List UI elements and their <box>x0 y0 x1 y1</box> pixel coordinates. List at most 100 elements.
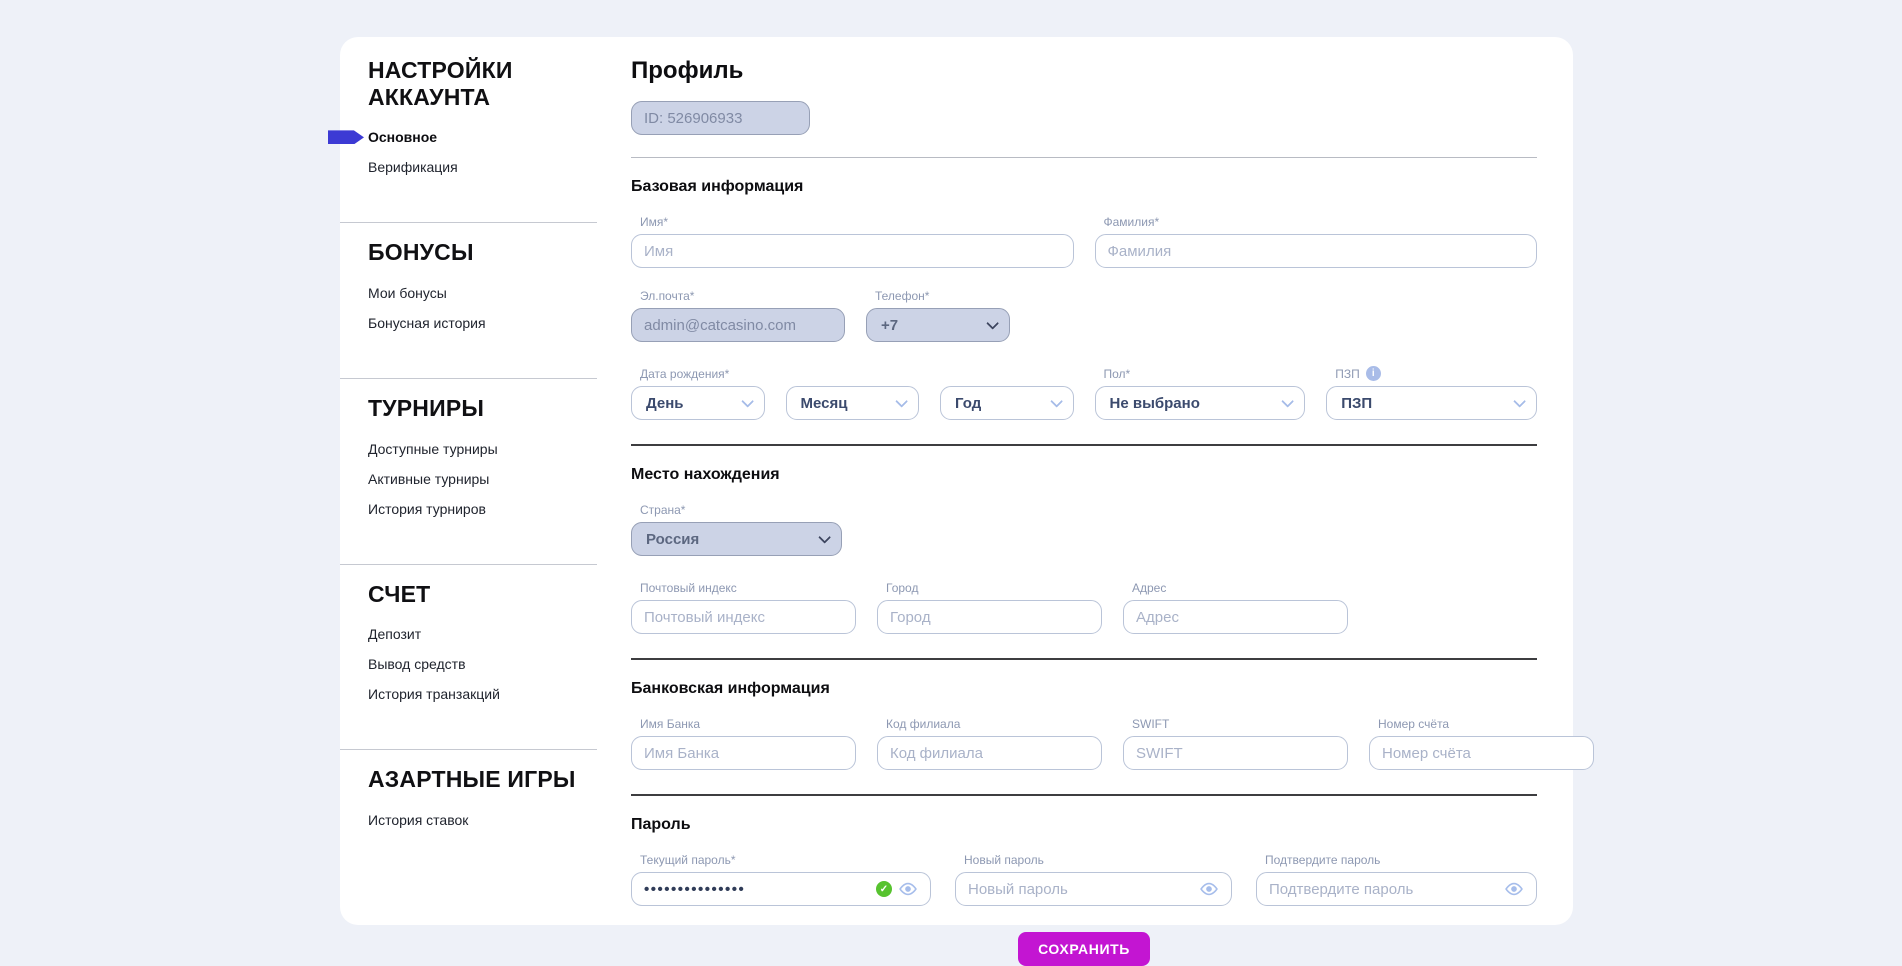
bank-name-input[interactable] <box>644 745 843 762</box>
first-name-input[interactable] <box>644 243 1061 260</box>
location-heading: Место нахождения <box>631 466 1537 484</box>
eye-icon[interactable] <box>1504 882 1524 896</box>
pzp-select[interactable]: ПЗП <box>1326 386 1537 420</box>
birth-year-value: Год <box>955 395 981 412</box>
address-input-wrap <box>1123 600 1348 634</box>
sidebar-item-deposit[interactable]: Депозит <box>340 619 597 649</box>
sidebar-item-label: Мои бонусы <box>368 285 447 301</box>
sidebar-item-my-bonuses[interactable]: Мои бонусы <box>340 278 597 308</box>
confirm-password-input[interactable] <box>1269 881 1498 898</box>
sidebar-item-active-tournaments[interactable]: Активные турниры <box>340 464 597 494</box>
branch-code-input[interactable] <box>890 745 1089 762</box>
sidebar-item-label: Доступные турниры <box>368 441 498 457</box>
zip-input[interactable] <box>644 609 843 626</box>
birth-month-select[interactable]: Месяц <box>786 386 920 420</box>
address-input[interactable] <box>1136 609 1335 626</box>
phone-code-select[interactable]: +7 <box>866 308 1010 342</box>
sidebar-group-title: НАСТРОЙКИ АККАУНТА <box>340 57 597 122</box>
sidebar-item-withdrawal[interactable]: Вывод средств <box>340 649 597 679</box>
sidebar-item-bonus-history[interactable]: Бонусная история <box>340 308 597 338</box>
current-password-input[interactable] <box>644 881 870 898</box>
chevron-down-icon <box>741 395 754 408</box>
sidebar-item-tournament-history[interactable]: История турниров <box>340 494 597 524</box>
sidebar-group-bonuses: БОНУСЫ Мои бонусы Бонусная история <box>340 223 597 358</box>
profile-id-value <box>644 110 797 127</box>
pzp-value: ПЗП <box>1341 395 1372 412</box>
pzp-label-text: ПЗП <box>1335 367 1360 381</box>
sidebar-group-title: БОНУСЫ <box>340 223 597 278</box>
zip-field-group: Почтовый индекс <box>631 580 856 634</box>
info-icon[interactable]: i <box>1366 366 1381 381</box>
sidebar-item-main[interactable]: Основное <box>340 122 597 152</box>
chevron-down-icon <box>1282 395 1295 408</box>
profile-id-field <box>631 101 810 135</box>
country-field-group: Страна* Россия <box>631 502 842 556</box>
sidebar-group-gambling: АЗАРТНЫЕ ИГРЫ История ставок <box>340 750 597 855</box>
city-input[interactable] <box>890 609 1089 626</box>
sidebar-item-bet-history[interactable]: История ставок <box>340 805 597 835</box>
new-password-field-group: Новый пароль <box>955 852 1232 906</box>
sidebar-item-label: Основное <box>368 129 437 145</box>
city-input-wrap <box>877 600 1102 634</box>
birth-date-field-group: Дата рождения* День Месяц Год <box>631 366 1074 420</box>
country-select[interactable]: Россия <box>631 522 842 556</box>
first-name-label: Имя* <box>640 214 1074 229</box>
password-heading: Пароль <box>631 816 1537 834</box>
sidebar-item-label: Депозит <box>368 626 421 642</box>
sidebar-item-label: Вывод средств <box>368 656 466 672</box>
birth-day-select[interactable]: День <box>631 386 765 420</box>
sidebar-group-account-money: СЧЕТ Депозит Вывод средств История транз… <box>340 565 597 730</box>
confirm-password-field-group: Подтвердите пароль <box>1256 852 1537 906</box>
chevron-down-icon <box>818 531 831 544</box>
gender-value: Не выбрано <box>1110 395 1200 412</box>
email-input-wrap <box>631 308 845 342</box>
active-arrow-icon <box>328 130 364 144</box>
save-button[interactable]: СОХРАНИТЬ <box>1018 932 1150 966</box>
sidebar-item-label: История турниров <box>368 501 486 517</box>
branch-code-input-wrap <box>877 736 1102 770</box>
city-field-group: Город <box>877 580 1102 634</box>
gender-label: Пол* <box>1104 366 1306 381</box>
chevron-down-icon <box>895 395 908 408</box>
gender-field-group: Пол* Не выбрано <box>1095 366 1306 420</box>
page-title: Профиль <box>631 57 1537 85</box>
section-divider <box>631 658 1537 660</box>
bank-name-field-group: Имя Банка <box>631 716 856 770</box>
section-divider <box>631 794 1537 796</box>
current-password-field-group: Текущий пароль* ✓ <box>631 852 931 906</box>
sidebar-item-available-tournaments[interactable]: Доступные турниры <box>340 434 597 464</box>
confirm-password-label: Подтвердите пароль <box>1265 852 1537 867</box>
pzp-label: ПЗП i <box>1335 366 1537 381</box>
zip-input-wrap <box>631 600 856 634</box>
valid-check-icon: ✓ <box>876 881 892 897</box>
birth-day-value: День <box>646 395 684 412</box>
last-name-label: Фамилия* <box>1104 214 1538 229</box>
sidebar-item-verification[interactable]: Верификация <box>340 152 597 182</box>
sidebar-item-label: Бонусная история <box>368 315 486 331</box>
phone-label: Телефон* <box>875 288 1010 303</box>
pzp-field-group: ПЗП i ПЗП <box>1326 366 1537 420</box>
last-name-input[interactable] <box>1108 243 1525 260</box>
birth-year-select[interactable]: Год <box>940 386 1074 420</box>
country-value: Россия <box>646 531 699 548</box>
bank-name-input-wrap <box>631 736 856 770</box>
eye-icon[interactable] <box>1199 882 1219 896</box>
birth-month-value: Месяц <box>801 395 848 412</box>
branch-code-field-group: Код филиала <box>877 716 1102 770</box>
sidebar-item-label: Активные турниры <box>368 471 489 487</box>
last-name-input-wrap <box>1095 234 1538 268</box>
gender-select[interactable]: Не выбрано <box>1095 386 1306 420</box>
new-password-input[interactable] <box>968 881 1193 898</box>
swift-input[interactable] <box>1136 745 1335 762</box>
section-divider <box>631 157 1537 158</box>
basic-info-heading: Базовая информация <box>631 178 1537 196</box>
account-number-input[interactable] <box>1382 745 1581 762</box>
section-divider <box>631 444 1537 446</box>
eye-icon[interactable] <box>898 882 918 896</box>
email-input <box>644 317 832 334</box>
city-label: Город <box>886 580 1102 595</box>
settings-card: НАСТРОЙКИ АККАУНТА Основное Верификация … <box>340 37 1573 925</box>
email-label: Эл.почта* <box>640 288 845 303</box>
sidebar-item-transaction-history[interactable]: История транзакций <box>340 679 597 709</box>
birth-date-label: Дата рождения* <box>640 366 1074 381</box>
